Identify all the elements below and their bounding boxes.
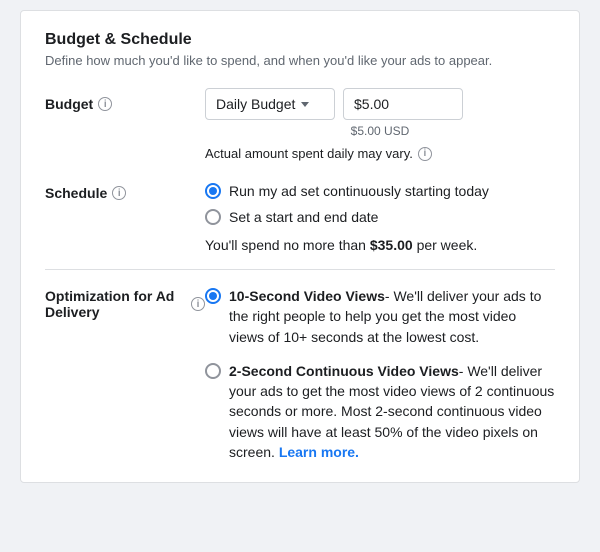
schedule-continuous-label: Run my ad set continuously starting toda…	[229, 183, 489, 199]
schedule-start-end-label: Set a start and end date	[229, 209, 378, 225]
optimization-info-icon[interactable]: i	[191, 297, 205, 311]
optimization-label: Optimization for Ad Delivery i	[45, 286, 205, 320]
radio-continuous	[205, 183, 221, 199]
budget-content: Daily Budget $5.00 USD Actual amount spe…	[205, 88, 555, 161]
usd-label: $5.00 USD	[205, 124, 555, 138]
budget-schedule-card: Budget & Schedule Define how much you'd …	[20, 10, 580, 483]
schedule-label: Schedule i	[45, 177, 205, 201]
budget-inputs: Daily Budget	[205, 88, 555, 120]
weekly-suffix: per week.	[417, 237, 478, 253]
delivery-title-2sec: 2-Second Continuous Video Views	[229, 363, 459, 379]
schedule-info-icon[interactable]: i	[112, 186, 126, 200]
delivery-option-10sec: 10-Second Video Views- We'll deliver you…	[205, 286, 555, 347]
schedule-label-text: Schedule	[45, 185, 107, 201]
budget-info-icon[interactable]: i	[98, 97, 112, 111]
optimization-row: Optimization for Ad Delivery i 10-Second…	[45, 286, 555, 462]
radio-2sec[interactable]	[205, 363, 221, 379]
delivery-title-10sec: 10-Second Video Views	[229, 288, 385, 304]
budget-amount-input[interactable]	[343, 88, 463, 120]
schedule-options: Run my ad set continuously starting toda…	[205, 177, 555, 225]
chevron-down-icon	[301, 102, 309, 107]
delivery-options: 10-Second Video Views- We'll deliver you…	[205, 286, 555, 462]
budget-type-value: Daily Budget	[216, 96, 295, 112]
delivery-option-2sec: 2-Second Continuous Video Views- We'll d…	[205, 361, 555, 462]
radio-start-end	[205, 209, 221, 225]
delivery-text-10sec: 10-Second Video Views- We'll deliver you…	[229, 286, 555, 347]
section-divider	[45, 269, 555, 270]
weekly-note-text: You'll spend no more than	[205, 237, 366, 253]
weekly-note: You'll spend no more than $35.00 per wee…	[205, 237, 555, 253]
section-title: Budget & Schedule	[45, 31, 555, 49]
schedule-option-start-end[interactable]: Set a start and end date	[205, 209, 555, 225]
optimization-section: Optimization for Ad Delivery i 10-Second…	[45, 286, 555, 462]
vary-info-icon[interactable]: i	[418, 147, 432, 161]
vary-note-text: Actual amount spent daily may vary.	[205, 146, 413, 161]
budget-row: Budget i Daily Budget $5.00 USD Actual a…	[45, 88, 555, 161]
weekly-amount: $35.00	[370, 237, 413, 253]
optimization-label-text: Optimization for Ad Delivery	[45, 288, 186, 320]
budget-label: Budget i	[45, 88, 205, 112]
schedule-option-continuous[interactable]: Run my ad set continuously starting toda…	[205, 183, 555, 199]
learn-more-link[interactable]: Learn more.	[279, 444, 359, 460]
schedule-row: Schedule i Run my ad set continuously st…	[45, 177, 555, 253]
vary-note: Actual amount spent daily may vary. i	[205, 146, 555, 161]
budget-label-text: Budget	[45, 96, 93, 112]
section-subtitle: Define how much you'd like to spend, and…	[45, 53, 555, 68]
delivery-text-2sec: 2-Second Continuous Video Views- We'll d…	[229, 361, 555, 462]
radio-10sec[interactable]	[205, 288, 221, 304]
schedule-content: Run my ad set continuously starting toda…	[205, 177, 555, 253]
budget-type-select[interactable]: Daily Budget	[205, 88, 335, 120]
